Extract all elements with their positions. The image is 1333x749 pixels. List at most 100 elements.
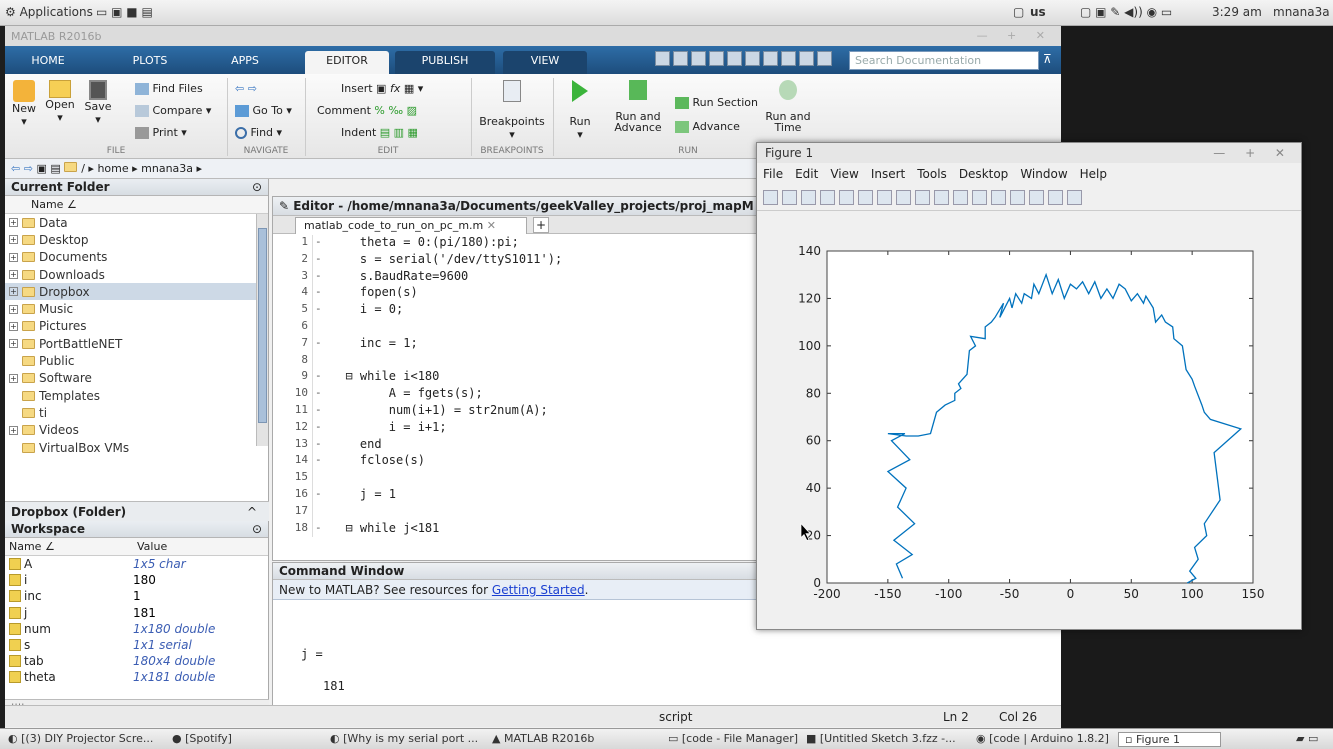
window-controls[interactable]: — + ✕ (977, 29, 1053, 42)
panel-menu-icon[interactable]: ⊙ (252, 522, 262, 536)
getting-started-link[interactable]: Getting Started (492, 583, 585, 597)
line-marker[interactable]: - (313, 420, 327, 437)
figure-menu-item[interactable]: Window (1020, 167, 1067, 181)
folder-item[interactable]: + PortBattleNET (5, 335, 268, 352)
run-section-button[interactable]: Run Section (675, 96, 758, 109)
line-marker[interactable] (313, 470, 327, 487)
folder-item[interactable]: + Desktop (5, 231, 268, 248)
comment-button[interactable]: Comment % ‰ ▨ (317, 104, 417, 117)
line-marker[interactable]: - (313, 302, 327, 319)
taskbar-item[interactable]: ◐ [Why is my serial port ... (330, 732, 478, 745)
line-marker[interactable]: - (313, 521, 327, 538)
figure-menu-item[interactable]: Tools (917, 167, 947, 181)
tab-home[interactable]: HOME (13, 51, 83, 74)
folder-item[interactable]: + Pictures (5, 318, 268, 335)
line-marker[interactable]: - (313, 235, 327, 252)
nav-arrows-icon[interactable]: ⇦ ⇨ (11, 162, 33, 175)
line-marker[interactable]: - (313, 336, 327, 353)
folder-item[interactable]: Public (5, 352, 268, 369)
user-name[interactable]: mnana3a (1273, 5, 1330, 19)
name-column-header[interactable]: Name ∠ (5, 196, 268, 214)
print-button[interactable]: Print ▾ (135, 126, 187, 139)
tab-view[interactable]: VIEW (503, 51, 587, 74)
figure-menu-item[interactable]: Insert (871, 167, 905, 181)
advance-button[interactable]: Advance (675, 120, 740, 133)
expand-icon[interactable]: + (9, 373, 18, 383)
folder-scrollbar[interactable] (256, 214, 268, 446)
line-marker[interactable]: - (313, 437, 327, 454)
details-panel[interactable]: Dropbox (Folder) ^ (5, 501, 269, 521)
line-marker[interactable]: - (313, 487, 327, 504)
tab-apps[interactable]: APPS (215, 51, 275, 74)
expand-icon[interactable]: + (9, 339, 18, 349)
indent-button[interactable]: Indent ▤ ▥ ▦ (341, 126, 418, 139)
workspace-row[interactable]: tab 180x4 double (5, 653, 268, 669)
keyboard-layout[interactable]: us (1030, 5, 1046, 19)
line-marker[interactable] (313, 353, 327, 370)
launcher-icons[interactable]: ▭ ▣ ■ ▤ (96, 5, 153, 19)
line-marker[interactable]: - (313, 252, 327, 269)
taskbar-item[interactable]: ▲ MATLAB R2016b (492, 732, 594, 745)
workspace-row[interactable]: s 1x1 serial (5, 637, 268, 653)
workspace-row[interactable]: num 1x180 double (5, 621, 268, 637)
folder-item[interactable]: + Dropbox (5, 283, 268, 301)
taskbar-item[interactable]: ● [Spotify] (172, 732, 232, 745)
line-marker[interactable]: - (313, 453, 327, 470)
expand-icon[interactable]: + (9, 270, 18, 280)
compare-button[interactable]: Compare ▾ (135, 104, 211, 117)
line-marker[interactable]: - (313, 386, 327, 403)
figure-menu-item[interactable]: File (763, 167, 783, 181)
save-button[interactable]: Save ▾ (81, 80, 115, 126)
line-marker[interactable]: - (313, 269, 327, 286)
taskbar-item[interactable]: ■ [Untitled Sketch 3.fzz -... (806, 732, 956, 745)
expand-icon[interactable]: + (9, 252, 18, 262)
folder-item[interactable]: + Music (5, 300, 268, 317)
panel-menu-icon[interactable]: ⊙ (252, 180, 262, 194)
find-button[interactable]: Find ▾ (235, 126, 282, 139)
find-files-button[interactable]: Find Files (135, 82, 203, 95)
expand-icon[interactable]: + (9, 287, 18, 297)
expand-icon[interactable]: + (9, 321, 18, 331)
new-button[interactable]: New ▾ (11, 80, 37, 128)
tab-plots[interactable]: PLOTS (115, 51, 185, 74)
workspace-row[interactable]: j 181 (5, 605, 268, 621)
run-and-time-button[interactable]: Run and Time (765, 80, 811, 133)
figure-toolbar[interactable] (757, 187, 1301, 211)
figure-window-controls[interactable]: — + ✕ (1213, 146, 1293, 160)
tray-icons[interactable]: ▢ ▣ ✎ ◀)) ◉ ▭ (1080, 5, 1172, 19)
editor-file-tab[interactable]: matlab_code_to_run_on_pc_m.m ✕ (295, 217, 527, 234)
run-button[interactable]: Run ▾ (565, 80, 595, 141)
back-forward-icon[interactable]: ⇦ ⇨ (235, 82, 257, 95)
folder-item[interactable]: + Videos (5, 422, 268, 439)
workspace-row[interactable]: theta 1x181 double (5, 669, 268, 685)
address-bar[interactable]: ⇦ ⇨ ▣ ▤ / ▸ home ▸ mnana3a ▸ (5, 159, 765, 179)
chevron-up-icon[interactable]: ^ (247, 505, 257, 519)
collapse-toolstrip-icon[interactable]: ⊼ (1043, 52, 1052, 66)
insert-button[interactable]: Insert ▣ fx ▦ ▾ (341, 82, 423, 95)
expand-icon[interactable]: + (9, 304, 18, 314)
folder-item[interactable]: + Documents (5, 249, 268, 266)
expand-icon[interactable]: + (9, 235, 18, 245)
folder-item[interactable]: ti (5, 404, 268, 421)
taskbar-item[interactable]: ▭ [code - File Manager] (668, 732, 798, 745)
tray-icons[interactable]: ▰ ▭ (1296, 732, 1318, 745)
tab-publish[interactable]: PUBLISH (395, 51, 495, 74)
go-to-button[interactable]: Go To ▾ (235, 104, 292, 117)
folder-item[interactable]: VirtualBox VMs (5, 439, 268, 456)
workspace-row[interactable]: i 180 (5, 572, 268, 588)
figure-menu-item[interactable]: Edit (795, 167, 818, 181)
workspace-icon[interactable]: ▢ (1013, 5, 1024, 19)
search-documentation-input[interactable]: Search Documentation (849, 51, 1039, 70)
taskbar-item[interactable]: ◉ [code | Arduino 1.8.2] (976, 732, 1109, 745)
new-tab-button[interactable]: + (533, 217, 549, 233)
figure-menu-item[interactable]: View (830, 167, 858, 181)
line-marker[interactable] (313, 504, 327, 521)
taskbar-item[interactable]: ◐ [(3) DIY Projector Scre... (8, 732, 153, 745)
applications-menu[interactable]: ⚙ Applications (5, 5, 93, 19)
line-marker[interactable]: - (313, 403, 327, 420)
quick-access-toolbar[interactable] (655, 51, 832, 69)
close-icon[interactable]: ✕ (487, 219, 496, 232)
open-button[interactable]: Open ▾ (43, 80, 77, 124)
figure-menu-item[interactable]: Help (1080, 167, 1107, 181)
line-marker[interactable]: - (313, 285, 327, 302)
